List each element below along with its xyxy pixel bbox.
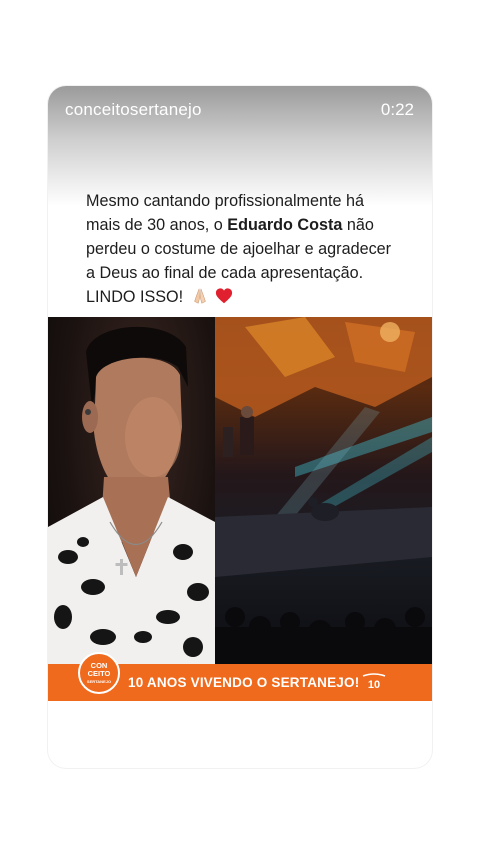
logo-line-2: CEITO [87,669,111,678]
logo-line-3: SERTANEJO [86,679,112,684]
story-card[interactable]: conceitosertanejo 0:22 Mesmo cantando pr… [48,86,432,768]
singer-portrait-photo [48,317,215,667]
post-media[interactable]: 10 ANOS VIVENDO O SERTANEJO! 10 CON CEIT… [48,317,432,701]
stage-illustration [215,317,432,667]
portrait-illustration [48,326,215,667]
story-timer: 0:22 [380,100,414,119]
brand-logo: CON CEITO SERTANEJO [78,652,120,694]
stage-photo [215,317,432,667]
banner-slogan: 10 ANOS VIVENDO O SERTANEJO! [128,675,360,690]
red-heart-icon [216,288,233,304]
badge-number: 10 [368,679,380,691]
caption-bold-name: Eduardo Costa [227,216,343,234]
post-caption: Mesmo cantando profissionalmente há mais… [86,189,396,309]
ten-years-badge-icon: 10 [362,673,386,691]
account-username[interactable]: conceitosertanejo [65,100,202,120]
praying-hands-icon [193,288,206,304]
logo-wordmark: CON CEITO SERTANEJO [80,662,118,686]
